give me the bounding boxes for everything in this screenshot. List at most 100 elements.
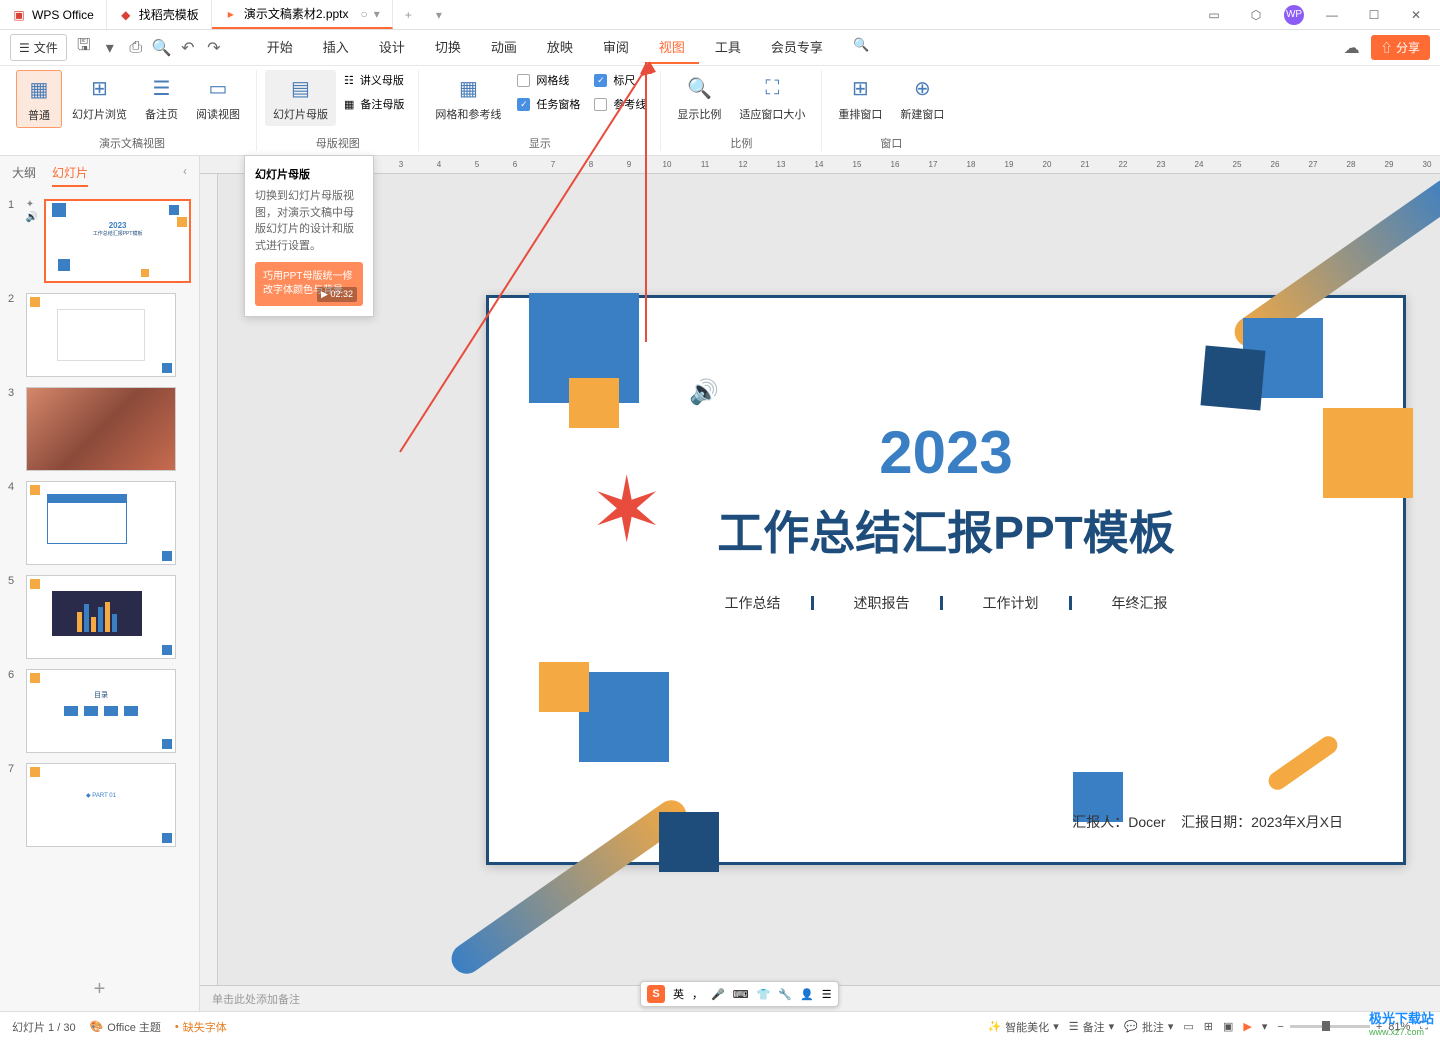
group-label: 演示文稿视图 <box>99 131 165 151</box>
slide-number: 7 <box>8 763 20 775</box>
ime-skin-icon[interactable]: 👕 <box>757 988 771 1001</box>
view-presenter-icon[interactable]: ▾ <box>1262 1020 1268 1033</box>
decoration <box>539 662 589 712</box>
view-reading-icon[interactable]: ▣ <box>1223 1020 1233 1033</box>
slide-subtitles[interactable]: 工作总结 述职报告 工作计划 年终汇报 <box>489 593 1403 613</box>
slide-master-button[interactable]: ▤ 幻灯片母版 <box>265 70 336 126</box>
normal-view-button[interactable]: ▦ 普通 <box>16 70 62 128</box>
view-normal-icon[interactable]: ▭ <box>1183 1020 1193 1033</box>
tab-list-button[interactable]: ▾ <box>424 0 454 29</box>
gridlines-check[interactable]: 网格线 <box>511 70 586 90</box>
tab-animation[interactable]: 动画 <box>477 31 531 64</box>
arrange-icon: ⊞ <box>846 74 874 102</box>
outline-tab[interactable]: 大纲 <box>12 164 36 187</box>
beautify-button[interactable]: ✨ 智能美化 ▾ <box>987 1019 1058 1035</box>
slide-thumb-4[interactable] <box>26 481 176 565</box>
taskpane-check[interactable]: ✓ 任务窗格 <box>511 94 586 114</box>
tab-view[interactable]: 视图 <box>645 31 699 64</box>
close-button[interactable]: ✕ <box>1402 1 1430 29</box>
cube-icon[interactable]: ⬡ <box>1242 1 1270 29</box>
slides-list[interactable]: 1 ✦🔊 2023 工作总结汇报PPT模板 2 3 4 5 6目录 7◆ PAR… <box>0 195 199 968</box>
minimize-button[interactable]: — <box>1318 1 1346 29</box>
handout-master-button[interactable]: ☷ 讲义母版 <box>338 70 410 90</box>
zoom-out-icon[interactable]: − <box>1277 1021 1283 1033</box>
search-icon[interactable]: 🔍 <box>839 31 883 64</box>
reading-view-button[interactable]: ▭ 阅读视图 <box>188 70 248 126</box>
tab-insert[interactable]: 插入 <box>309 31 363 64</box>
new-window-button[interactable]: ⊕ 新建窗口 <box>892 70 952 126</box>
wps-icon: ▣ <box>12 8 26 22</box>
tab-design[interactable]: 设计 <box>365 31 419 64</box>
ime-user-icon[interactable]: 👤 <box>800 988 814 1001</box>
save-icon[interactable]: 🖫 <box>75 39 93 57</box>
new-tab-button[interactable]: + <box>393 0 424 29</box>
slide-footer[interactable]: 汇报人：Docer 汇报日期：2023年X月X日 <box>1072 812 1343 832</box>
cloud-icon[interactable]: ☁ <box>1343 39 1361 57</box>
slide-sorter-button[interactable]: ⊞ 幻灯片浏览 <box>64 70 135 126</box>
folder-icon[interactable]: ▾ <box>101 39 119 57</box>
ribbon-group-master: ▤ 幻灯片母版 ☷ 讲义母版 ▦ 备注母版 母版视图 <box>257 70 419 151</box>
tab-dropdown-icon[interactable]: ▾ <box>374 7 380 21</box>
view-sorter-icon[interactable]: ⊞ <box>1204 1020 1213 1033</box>
ruler-check[interactable]: ✓ 标尺 <box>588 70 652 90</box>
checkbox-icon: ✓ <box>517 98 530 111</box>
ime-voice-icon[interactable]: 🎤 <box>711 988 725 1001</box>
video-time: ▶ 02:32 <box>317 287 357 302</box>
sogou-icon[interactable]: S <box>647 985 665 1003</box>
tab-tools[interactable]: 工具 <box>701 31 755 64</box>
tab-member[interactable]: 会员专享 <box>757 31 837 64</box>
add-slide-button[interactable]: + <box>0 968 199 1011</box>
slide-counter[interactable]: 幻灯片 1 / 30 <box>12 1019 76 1035</box>
tab-document[interactable]: ▸ 演示文稿素材2.pptx ○ ▾ <box>212 0 393 29</box>
notes-page-button[interactable]: ☰ 备注页 <box>137 70 186 126</box>
missing-font-warning[interactable]: • 缺失字体 <box>175 1019 227 1035</box>
slide-thumb-2[interactable] <box>26 293 176 377</box>
slide-thumb-3[interactable] <box>26 387 176 471</box>
slide-thumb-6[interactable]: 目录 <box>26 669 176 753</box>
undo-icon[interactable]: ↶ <box>179 39 197 57</box>
print-icon[interactable]: ⎙ <box>127 39 145 57</box>
tab-transition[interactable]: 切换 <box>421 31 475 64</box>
comments-toggle[interactable]: 💬 批注 ▾ <box>1124 1019 1173 1035</box>
ime-toolbar[interactable]: S 英 ， 🎤 ⌨ 👕 🔧 👤 ☰ <box>640 981 839 1007</box>
tab-slideshow[interactable]: 放映 <box>533 31 587 64</box>
slide-thumb-7[interactable]: ◆ PART 01 <box>26 763 176 847</box>
app-tab[interactable]: ▣ WPS Office <box>0 0 107 29</box>
ime-menu-icon[interactable]: ☰ <box>822 988 832 1001</box>
zoom-button[interactable]: 🔍 显示比例 <box>669 70 729 126</box>
slide-canvas[interactable]: ✶ 🔊 2023 工作总结汇报PPT模板 工作总结 述职报告 工作计划 年终汇报… <box>486 295 1406 865</box>
tab-templates[interactable]: ◆ 找稻壳模板 <box>107 0 212 29</box>
fit-window-button[interactable]: ⛶ 适应窗口大小 <box>731 70 813 126</box>
canvas-area[interactable]: ✶ 🔊 2023 工作总结汇报PPT模板 工作总结 述职报告 工作计划 年终汇报… <box>218 174 1440 985</box>
tab-review[interactable]: 审阅 <box>589 31 643 64</box>
notes-toggle[interactable]: ☰ 备注 ▾ <box>1069 1019 1114 1035</box>
slides-tab[interactable]: 幻灯片 <box>52 164 88 187</box>
ime-keyboard-icon[interactable]: ⌨ <box>733 988 749 1001</box>
layout-icon[interactable]: ▭ <box>1200 1 1228 29</box>
checkbox-icon <box>517 74 530 87</box>
view-slideshow-icon[interactable]: ▶ <box>1243 1020 1251 1033</box>
tab-menu-icon[interactable]: ○ <box>361 7 368 21</box>
slide-thumb-5[interactable] <box>26 575 176 659</box>
maximize-button[interactable]: ☐ <box>1360 1 1388 29</box>
slide-thumb-1[interactable]: 2023 工作总结汇报PPT模板 <box>44 199 191 283</box>
ribbon: ▦ 普通 ⊞ 幻灯片浏览 ☰ 备注页 ▭ 阅读视图 演示文稿视图 ▤ 幻灯片母版 <box>0 66 1440 156</box>
avatar[interactable]: WP <box>1284 5 1304 25</box>
preview-icon[interactable]: 🔍 <box>153 39 171 57</box>
arrange-windows-button[interactable]: ⊞ 重排窗口 <box>830 70 890 126</box>
zoom-slider[interactable] <box>1290 1025 1370 1028</box>
redo-icon[interactable]: ↷ <box>205 39 223 57</box>
theme-indicator[interactable]: 🎨 Office 主题 <box>90 1019 161 1035</box>
notes-master-button[interactable]: ▦ 备注母版 <box>338 94 410 114</box>
ime-lang[interactable]: 英 <box>673 986 684 1002</box>
share-button[interactable]: ⇧ 分享 <box>1371 35 1430 60</box>
file-menu[interactable]: ☰ 文件 <box>10 34 67 61</box>
tab-start[interactable]: 开始 <box>253 31 307 64</box>
panel-close-icon[interactable]: ‹ <box>183 164 187 187</box>
statusbar: 幻灯片 1 / 30 🎨 Office 主题 • 缺失字体 ✨ 智能美化 ▾ ☰… <box>0 1011 1440 1041</box>
tooltip-video[interactable]: 巧用PPT母版统一修改字体颜色与背景 ▶ 02:32 <box>255 262 363 306</box>
ime-punct-icon[interactable]: ， <box>692 986 703 1002</box>
ime-tool-icon[interactable]: 🔧 <box>778 988 792 1001</box>
gridlines-button[interactable]: ▦ 网格和参考线 <box>427 70 509 126</box>
guides-check[interactable]: 参考线 <box>588 94 652 114</box>
